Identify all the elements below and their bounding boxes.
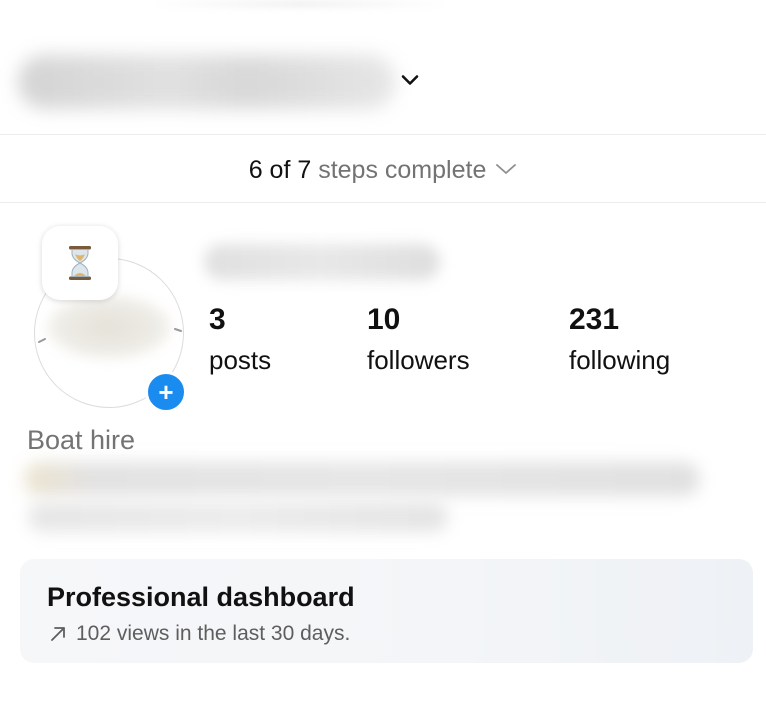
account-switch-chevron-icon[interactable]	[398, 68, 422, 92]
stat-posts-label: posts	[209, 345, 272, 375]
stat-posts-value: 3	[209, 303, 226, 336]
bio-line-blurred	[28, 502, 448, 532]
dashboard-subtitle: 102 views in the last 30 days.	[76, 622, 351, 645]
steps-label: steps complete	[318, 156, 487, 184]
stat-following-label: following	[569, 345, 671, 375]
arrow-up-right-icon	[51, 627, 65, 641]
username-blurred[interactable]	[18, 55, 396, 109]
professional-dashboard-card[interactable]: Professional dashboard 102 views in the …	[20, 559, 753, 663]
display-name-blurred	[204, 244, 440, 280]
dashboard-title: Professional dashboard	[47, 582, 355, 612]
steps-count: 6 of 7	[248, 156, 312, 184]
divider	[0, 134, 766, 135]
steps-complete-toggle[interactable]: 6 of 7 steps complete	[0, 140, 766, 200]
note-bubble[interactable]	[42, 226, 118, 300]
stat-followers[interactable]: 10 followers	[367, 300, 470, 380]
stat-posts[interactable]: 3 posts	[209, 300, 271, 380]
stat-following[interactable]: 231 following	[569, 300, 670, 380]
profile-header	[0, 0, 766, 134]
stat-followers-value: 10	[367, 303, 401, 336]
stat-followers-label: followers	[367, 345, 470, 375]
hourglass-icon	[69, 246, 91, 280]
profile-category: Boat hire	[27, 425, 136, 455]
add-story-plus-icon[interactable]: +	[145, 371, 187, 413]
chevron-down-icon	[496, 164, 517, 175]
bio-line-blurred	[24, 462, 700, 496]
stat-following-value: 231	[569, 303, 620, 336]
divider	[0, 202, 766, 203]
dashboard-subtitle-row: 102 views in the last 30 days.	[48, 619, 350, 649]
